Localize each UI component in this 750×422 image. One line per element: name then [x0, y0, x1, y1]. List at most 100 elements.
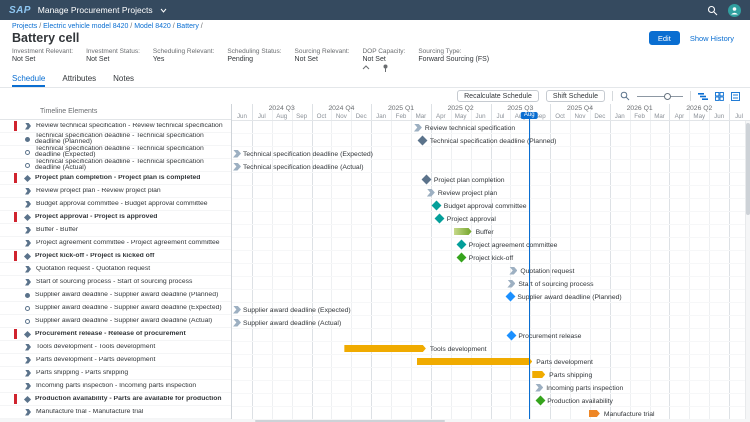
- gantt-milestone-marker[interactable]: [506, 331, 516, 341]
- gantt-task-marker[interactable]: [414, 124, 422, 132]
- timeline-element-row[interactable]: Project kick-off - Project is kicked off: [0, 250, 231, 263]
- gantt-bar[interactable]: [417, 358, 532, 365]
- gantt-task-marker[interactable]: [233, 163, 241, 171]
- gantt-label: Technical specification deadline (Planne…: [430, 138, 557, 145]
- timeline-element-row[interactable]: Start of sourcing process - Start of sou…: [0, 276, 231, 289]
- breadcrumb-link[interactable]: Projects: [12, 23, 37, 30]
- person-icon: [730, 6, 739, 15]
- gantt-milestone-marker[interactable]: [505, 292, 515, 302]
- timeline-element-label: Supplier award deadline - Supplier award…: [35, 305, 226, 311]
- timeline-element-row[interactable]: Supplier award deadline - Supplier award…: [0, 302, 231, 315]
- deadline-icon: [25, 306, 30, 311]
- timeline-element-row[interactable]: Procurement release - Release of procure…: [0, 328, 231, 341]
- timeline-element-label: Supplier award deadline - Supplier award…: [35, 318, 216, 324]
- timeline-element-row[interactable]: Technical specification deadline - Techn…: [0, 159, 231, 172]
- gantt-row: Incoming parts inspection: [232, 381, 750, 394]
- task-icon: [25, 240, 31, 247]
- list-column-header: Timeline Elements: [0, 104, 231, 120]
- show-history-button[interactable]: Show History: [686, 32, 738, 44]
- timeline-element-label: Project approval - Project is approved: [35, 214, 161, 220]
- timeline-element-row[interactable]: Incoming parts inspection - Incoming par…: [0, 380, 231, 393]
- gantt-row: Quotation request: [232, 264, 750, 277]
- gantt-task-marker[interactable]: [535, 384, 543, 392]
- zoom-slider[interactable]: [637, 92, 683, 101]
- scrollbar-thumb[interactable]: [746, 123, 750, 215]
- legend-icon[interactable]: [731, 92, 740, 101]
- timeline-element-label: Manufacture trial - Manufacture trial: [36, 409, 147, 415]
- header-facet: Scheduling Relevant:Yes: [153, 48, 214, 64]
- facet-label: Investment Status:: [86, 48, 140, 56]
- breadcrumb-link[interactable]: Battery: [177, 23, 199, 30]
- timeline-element-row[interactable]: Project plan completion - Project plan i…: [0, 172, 231, 185]
- gantt-task-marker[interactable]: [233, 306, 241, 314]
- breadcrumb-link[interactable]: Model 8420: [134, 23, 171, 30]
- gantt-task-marker[interactable]: [507, 280, 515, 288]
- avatar[interactable]: [728, 4, 741, 17]
- header-facets: Investment Relevant:Not SetInvestment St…: [0, 46, 750, 64]
- gantt-bar[interactable]: [454, 228, 472, 235]
- recalculate-schedule-button[interactable]: Recalculate Schedule: [457, 90, 539, 102]
- gantt-bar[interactable]: [344, 345, 426, 352]
- search-icon[interactable]: [707, 5, 718, 16]
- timeline-element-row[interactable]: Project agreement committee - Project ag…: [0, 237, 231, 250]
- timeline-quarter-label: 2024 Q3: [252, 104, 312, 112]
- zoom-icon[interactable]: [620, 91, 630, 101]
- facet-label: Scheduling Relevant:: [153, 48, 214, 56]
- gantt-task-marker[interactable]: [233, 319, 241, 327]
- timeline-element-row[interactable]: Quotation request - Quotation request: [0, 263, 231, 276]
- gantt-row: Technical specification deadline (Expect…: [232, 147, 750, 160]
- gantt-milestone-marker[interactable]: [457, 253, 467, 263]
- breadcrumb-link[interactable]: Electric vehicle model 8420: [43, 23, 128, 30]
- gantt-milestone-marker[interactable]: [422, 175, 432, 185]
- gantt-task-marker[interactable]: [233, 150, 241, 158]
- grid-view-icon[interactable]: [715, 92, 724, 101]
- timeline-element-row[interactable]: Technical specification deadline - Techn…: [0, 133, 231, 146]
- timeline-element-row[interactable]: Supplier award deadline - Supplier award…: [0, 315, 231, 328]
- tab-attributes[interactable]: Attributes: [62, 74, 96, 87]
- pin-header-icon[interactable]: [382, 64, 389, 72]
- task-icon: [25, 370, 31, 377]
- timeline-element-row[interactable]: Buffer - Buffer: [0, 224, 231, 237]
- gantt-milestone-marker[interactable]: [457, 240, 467, 250]
- page-title: Battery cell: [12, 31, 79, 45]
- timeline-element-label: Supplier award deadline - Supplier award…: [35, 292, 222, 298]
- shift-schedule-button[interactable]: Shift Schedule: [546, 90, 605, 102]
- app-title[interactable]: Manage Procurement Projects: [38, 5, 153, 15]
- gantt-task-marker[interactable]: [427, 189, 435, 197]
- timeline-element-row[interactable]: Budget approval committee - Budget appro…: [0, 198, 231, 211]
- timeline-element-row[interactable]: Parts development - Parts development: [0, 354, 231, 367]
- milestone-icon: [24, 174, 31, 181]
- gantt-milestone-marker[interactable]: [435, 214, 445, 224]
- timeline-element-row[interactable]: Parts shipping - Parts shipping: [0, 367, 231, 380]
- gantt-view-icon[interactable]: [698, 92, 708, 101]
- tab-notes[interactable]: Notes: [113, 74, 134, 87]
- timeline-element-row[interactable]: Supplier award deadline - Supplier award…: [0, 289, 231, 302]
- timeline-element-row[interactable]: Review project plan - Review project pla…: [0, 185, 231, 198]
- timeline-element-row[interactable]: Technical specification deadline - Techn…: [0, 146, 231, 159]
- gantt-task-marker[interactable]: [509, 267, 517, 275]
- gantt-bar[interactable]: [589, 410, 600, 417]
- timeline-element-label: Review technical specification - Review …: [36, 123, 227, 129]
- gantt-milestone-marker[interactable]: [418, 136, 428, 146]
- gantt-milestone-marker[interactable]: [432, 201, 442, 211]
- critical-indicator: [14, 212, 17, 222]
- timeline-element-row[interactable]: Review technical specification - Review …: [0, 120, 231, 133]
- edit-button[interactable]: Edit: [649, 31, 680, 45]
- timeline-element-row[interactable]: Production availability - Parts are avai…: [0, 393, 231, 406]
- timeline-element-row[interactable]: Project approval - Project is approved: [0, 211, 231, 224]
- gantt-label: Supplier award deadline (Planned): [517, 294, 621, 301]
- chevron-down-icon[interactable]: [160, 8, 167, 13]
- zoom-slider-handle[interactable]: [664, 93, 671, 100]
- scrollbar-thumb[interactable]: [255, 420, 445, 422]
- tab-schedule[interactable]: Schedule: [12, 74, 45, 87]
- vertical-scrollbar[interactable]: [745, 121, 750, 419]
- facet-label: Scheduling Status:: [227, 48, 281, 56]
- timeline-element-label: Project agreement committee - Project ag…: [36, 240, 224, 246]
- timeline-element-label: Review project plan - Review project pla…: [36, 188, 165, 194]
- timeline-element-row[interactable]: Manufacture trial - Manufacture trial: [0, 406, 231, 419]
- gantt-milestone-marker[interactable]: [535, 396, 545, 406]
- sap-logo[interactable]: SAP: [9, 5, 31, 16]
- collapse-header-icon[interactable]: [362, 65, 370, 70]
- timeline-element-row[interactable]: Tools development - Tools development: [0, 341, 231, 354]
- gantt-bar[interactable]: [532, 371, 545, 378]
